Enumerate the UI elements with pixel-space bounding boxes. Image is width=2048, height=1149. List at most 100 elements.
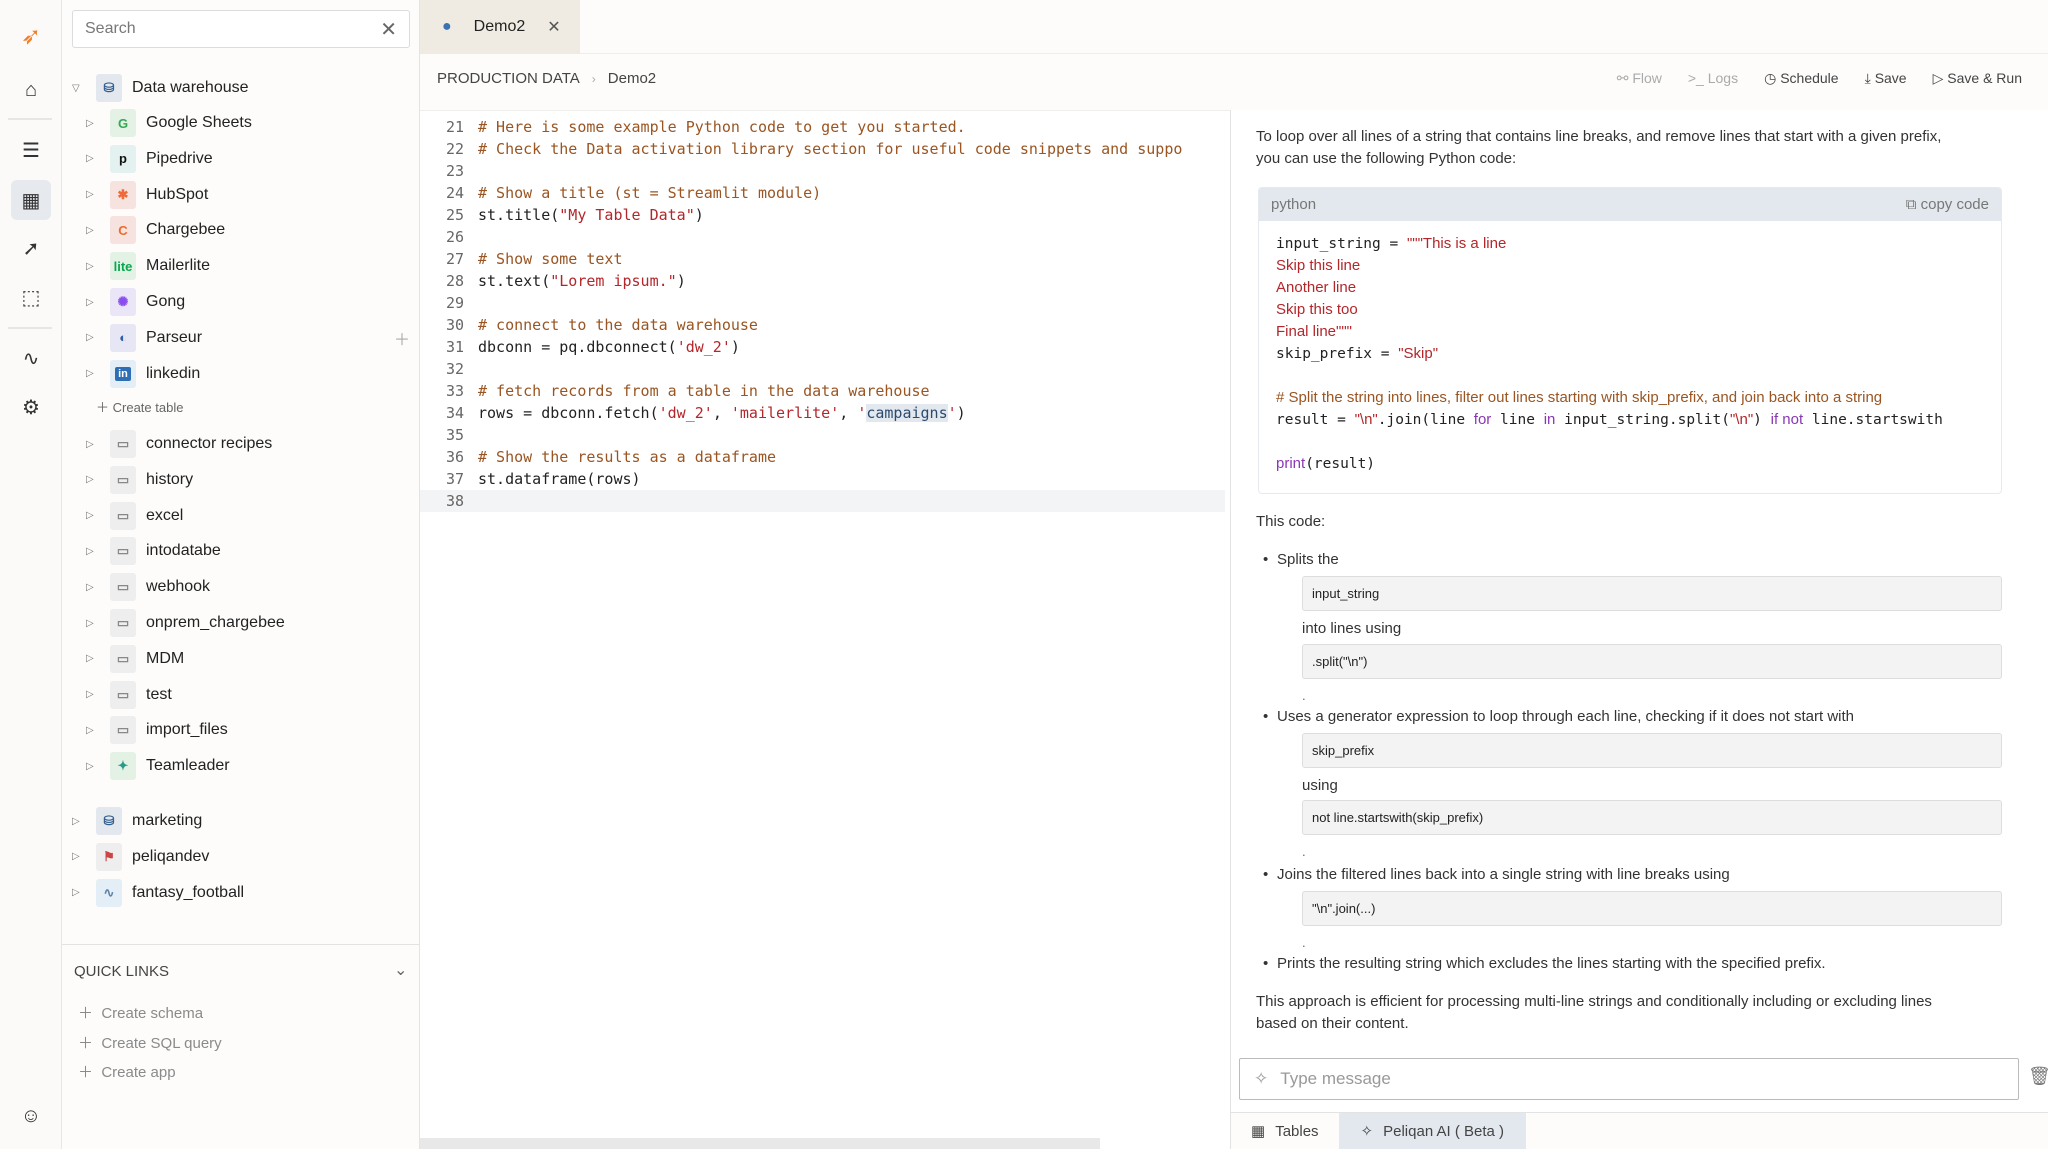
settings-icon[interactable]: ⚙ (11, 387, 51, 427)
caret-icon[interactable]: ▷ (86, 439, 96, 450)
code-block-body: input_string = """This is a line Skip thi… (1259, 221, 2001, 491)
copy-code-button[interactable]: ⧉ copy code (1906, 196, 1989, 213)
tree-item-label: Gong (146, 293, 186, 310)
save-label: Save (1874, 70, 1907, 86)
caret-icon[interactable]: ▷ (86, 725, 96, 736)
tree-item[interactable]: ▷ ◐ Parseur ＋ ⋮ (86, 321, 430, 355)
close-tab-icon[interactable]: ✕ (547, 17, 560, 37)
folder-icon: ▭ (110, 609, 136, 637)
tree-item[interactable]: ▷ ▭ MDM (86, 642, 184, 676)
tree-item[interactable]: ▷ ⚑ peliqandev (72, 840, 209, 874)
tree-item-label: Teamleader (146, 757, 230, 774)
line-number: 21 (445, 118, 464, 136)
table-icon[interactable]: ▦ (11, 180, 51, 220)
tree-item[interactable]: ▷ ▭ test (86, 678, 172, 712)
tab-demo2[interactable]: ● Demo2 ✕ (420, 0, 580, 54)
caret-icon[interactable]: ▷ (86, 225, 96, 236)
caret-icon[interactable]: ▷ (86, 118, 96, 129)
caret-icon[interactable]: ▷ (86, 761, 96, 772)
caret-icon[interactable]: ▷ (86, 510, 96, 521)
schedule-button[interactable]: ◷ Schedule (1764, 70, 1839, 87)
caret-icon[interactable]: ▷ (72, 816, 82, 827)
caret-icon[interactable]: ▷ (86, 189, 96, 200)
chevron-down-icon[interactable]: ⌄ (394, 960, 407, 980)
tree-item[interactable]: ▷ ▭ history (86, 463, 193, 497)
user-icon[interactable]: ☺ (11, 1096, 51, 1136)
quick-link-create-sql-query[interactable]: ＋ Create SQL query (78, 1032, 222, 1053)
tab-bar: ● Demo2 ✕ (420, 0, 2048, 54)
tree-item[interactable]: ▷ ▭ excel (86, 499, 183, 533)
database-icon[interactable]: ☰ (11, 130, 51, 170)
home-icon[interactable]: ⌂ (11, 70, 51, 110)
tree-item[interactable]: ▷ ▭ webhook (86, 570, 210, 604)
period: . (1302, 935, 1306, 950)
caret-icon[interactable]: ▷ (86, 689, 96, 700)
code-token: # Show the results as a dataframe (478, 448, 777, 466)
caret-icon[interactable]: ▷ (86, 582, 96, 593)
rocket-icon[interactable]: ➚ (11, 228, 51, 268)
code-token: Final line""" (1276, 323, 1353, 340)
search-input[interactable]: Search ✕ (72, 10, 410, 48)
peliqan-logo[interactable]: ➶ (11, 16, 51, 56)
connector-icon: lite (110, 252, 136, 281)
caret-icon[interactable]: ▷ (86, 653, 96, 664)
logs-button[interactable]: >_ Logs (1688, 70, 1738, 87)
tree-item[interactable]: ▷ ⛁ marketing (72, 804, 202, 838)
caret-icon[interactable]: ▷ (86, 474, 96, 485)
line-number: 25 (445, 206, 464, 224)
caret-icon[interactable]: ▷ (86, 261, 96, 272)
tree-item[interactable]: ▷ ▭ onprem_chargebee (86, 606, 285, 640)
code-token: st.text( (478, 272, 551, 290)
code-line: 30 # connect to the data warehouse (420, 314, 1225, 336)
tree-item[interactable]: ▷ ✦ Teamleader (86, 749, 230, 783)
caret-icon[interactable]: ▽ (72, 83, 82, 94)
tree-item[interactable]: ▷ lite Mailerlite (86, 249, 210, 283)
folder-icon: ▭ (110, 644, 136, 673)
save-run-button[interactable]: ▷ Save & Run (1933, 70, 2022, 87)
tree-item[interactable]: ▷ ✺ Gong (86, 285, 185, 319)
tree-item[interactable]: ▷ ▭ connector recipes (86, 427, 272, 461)
code-line: 28 st.text("Lorem ipsum.") (420, 270, 1225, 292)
tree-item[interactable]: ▽ ⛁ Data warehouse (72, 71, 249, 105)
caret-icon[interactable]: ▷ (86, 618, 96, 629)
tree-item[interactable]: ▷ C Chargebee (86, 213, 225, 247)
tree-item[interactable]: ▷ ✱ HubSpot (86, 178, 208, 212)
box-icon[interactable]: ⬚ (11, 277, 51, 317)
period: . (1302, 688, 1306, 703)
caret-icon[interactable]: ▷ (86, 153, 96, 164)
tree-item[interactable]: ▷ G Google Sheets (86, 106, 252, 140)
tree-item[interactable]: ▷ ∿ fantasy_football (72, 876, 244, 910)
message-input[interactable]: ✧ Type message (1239, 1058, 2019, 1100)
flow-button[interactable]: ⚯ Flow (1617, 70, 1662, 87)
bullet-print: Prints the resulting string which exclud… (1263, 955, 1826, 972)
table-icon: ▦ (1251, 1123, 1266, 1140)
caret-icon[interactable]: ▷ (86, 297, 96, 308)
quick-link-create-app[interactable]: ＋ Create app (78, 1061, 176, 1082)
tree-item[interactable]: ▷ ▭ intodatabe (86, 534, 221, 568)
caret-icon[interactable]: ▷ (72, 887, 82, 898)
activity-icon[interactable]: ∿ (11, 338, 51, 378)
tree-item[interactable]: ▷ ▭ import_files (86, 713, 228, 747)
trash-icon[interactable]: 🗑︎ (2028, 1066, 2048, 1087)
line-number: 33 (445, 382, 464, 400)
tab-tables[interactable]: ▦ Tables (1231, 1113, 1339, 1149)
quick-link-create-schema[interactable]: ＋ Create schema (78, 1002, 203, 1023)
period: . (1302, 844, 1306, 859)
breadcrumb-production-data[interactable]: PRODUCTION DATA (437, 70, 580, 87)
folder-icon: ▭ (110, 716, 136, 745)
tree-item[interactable]: ▷ in linkedin (86, 357, 200, 391)
caret-icon[interactable]: ▷ (86, 332, 96, 343)
caret-icon[interactable]: ▷ (72, 851, 82, 862)
tab-peliqan-ai[interactable]: ✧ Peliqan AI ( Beta ) (1338, 1113, 1527, 1149)
code-line: result = "\n".join(line for line in inpu… (1276, 409, 1943, 431)
create-table-link[interactable]: ＋ Create table (96, 397, 183, 416)
caret-icon[interactable]: ▷ (86, 546, 96, 557)
code-line: Another line (1276, 277, 1356, 299)
clear-search-icon[interactable]: ✕ (380, 17, 397, 42)
code-editor[interactable]: 21 # Here is some example Python code to … (420, 110, 1231, 1149)
tree-item[interactable]: ▷ p Pipedrive (86, 142, 213, 176)
editor-horizontal-scrollbar[interactable] (420, 1138, 1100, 1149)
code-token: "\n" (1729, 411, 1754, 428)
save-button[interactable]: ⤓ Save (1865, 70, 1907, 87)
caret-icon[interactable]: ▷ (86, 368, 96, 379)
